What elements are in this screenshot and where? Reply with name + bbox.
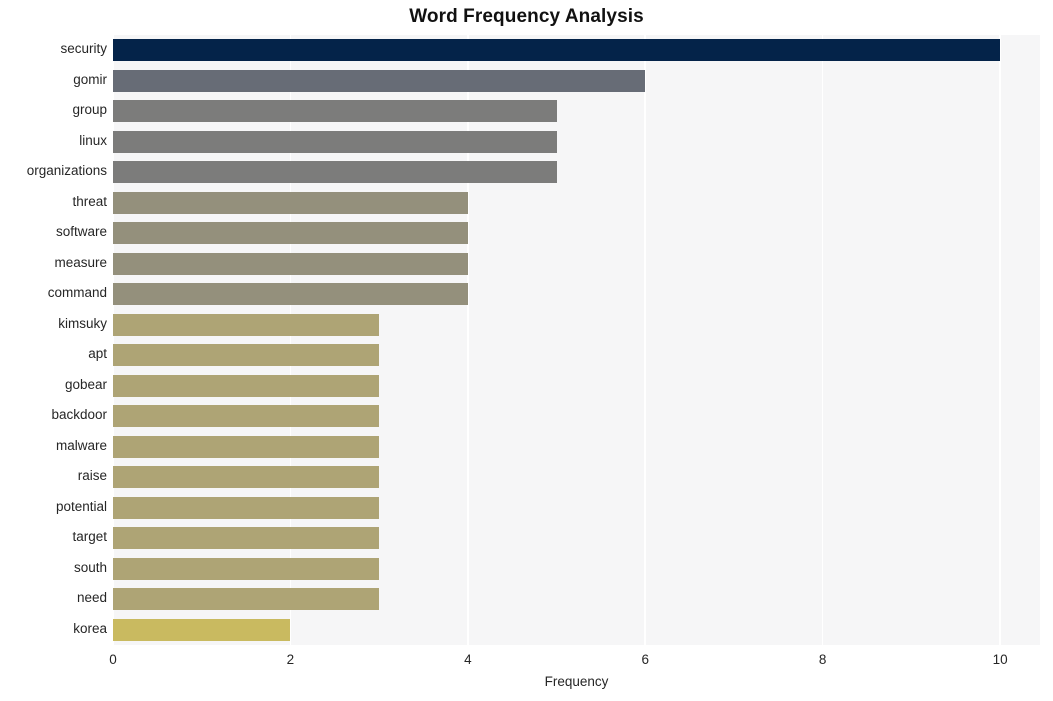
x-tick-label-8: 8 xyxy=(818,652,827,667)
bar-linux xyxy=(113,130,557,153)
bar-row xyxy=(113,618,1040,641)
y-tick-label-backdoor: backdoor xyxy=(51,407,107,423)
y-tick-label-gobear: gobear xyxy=(64,376,107,392)
bar-row xyxy=(113,588,1040,611)
bar-gomir xyxy=(113,69,646,92)
bar-malware xyxy=(113,435,380,458)
bar-row xyxy=(113,405,1040,428)
y-tick-label-security: security xyxy=(60,41,107,57)
x-tick-label-0: 0 xyxy=(109,652,117,667)
y-tick-label-software: software xyxy=(55,224,107,240)
y-tick-label-need: need xyxy=(76,590,107,606)
bar-raise xyxy=(113,466,380,489)
bar-korea xyxy=(113,618,291,641)
y-tick-label-group: group xyxy=(72,102,107,118)
y-tick-label-kimsuky: kimsuky xyxy=(58,315,107,331)
bar-potential xyxy=(113,496,380,519)
bar-south xyxy=(113,557,380,580)
chart-title: Word Frequency Analysis xyxy=(409,6,644,27)
x-tick-label-6: 6 xyxy=(641,652,649,667)
bar-row xyxy=(113,344,1040,367)
bar-gobear xyxy=(113,374,380,397)
y-tick-label-apt: apt xyxy=(88,346,107,362)
y-tick-label-south: south xyxy=(73,559,107,575)
x-tick-label-2: 2 xyxy=(286,652,295,667)
bar-row xyxy=(113,69,1040,92)
bar-backdoor xyxy=(113,405,380,428)
x-tick-label-10: 10 xyxy=(992,652,1008,667)
bar-row xyxy=(113,283,1040,306)
bar-organizations xyxy=(113,161,557,184)
bar-security xyxy=(113,39,1001,62)
y-tick-label-organizations: organizations xyxy=(26,163,107,179)
bar-row xyxy=(113,100,1040,123)
bar-row xyxy=(113,313,1040,336)
y-tick-label-malware: malware xyxy=(55,437,107,453)
bar-row xyxy=(113,374,1040,397)
bar-software xyxy=(113,222,468,245)
y-tick-label-command: command xyxy=(47,285,107,301)
y-tick-label-measure: measure xyxy=(54,254,107,270)
y-tick-label-threat: threat xyxy=(72,193,107,209)
bar-measure xyxy=(113,252,468,275)
bar-row xyxy=(113,252,1040,275)
bar-row xyxy=(113,222,1040,245)
bar-apt xyxy=(113,344,380,367)
bar-row xyxy=(113,39,1040,62)
bar-row xyxy=(113,557,1040,580)
y-tick-label-korea: korea xyxy=(73,620,107,636)
bar-row xyxy=(113,466,1040,489)
bar-target xyxy=(113,527,380,550)
bar-row xyxy=(113,130,1040,153)
x-axis-title: Frequency xyxy=(544,674,609,689)
bar-command xyxy=(113,283,468,306)
bar-row xyxy=(113,527,1040,550)
y-tick-label-raise: raise xyxy=(77,468,107,484)
bar-kimsuky xyxy=(113,313,380,336)
x-tick-label-4: 4 xyxy=(464,652,472,667)
plot-area xyxy=(112,35,1040,645)
y-tick-label-potential: potential xyxy=(55,498,107,514)
y-tick-label-target: target xyxy=(72,529,107,545)
x-axis-tick-labels: 0 2 4 6 8 10 xyxy=(109,645,1040,675)
y-tick-label-gomir: gomir xyxy=(73,71,107,87)
word-frequency-chart-figure: Word Frequency Analysis security gomir gro… xyxy=(0,0,1053,701)
bars-layer xyxy=(113,35,1040,645)
bar-row xyxy=(113,191,1040,214)
bar-row xyxy=(113,435,1040,458)
bar-need xyxy=(113,588,380,611)
bar-row xyxy=(113,496,1040,519)
y-axis-tick-labels: security gomir group linux organizations thre… xyxy=(0,35,107,645)
bar-threat xyxy=(113,191,468,214)
y-tick-label-linux: linux xyxy=(79,132,107,148)
bar-row xyxy=(113,161,1040,184)
bar-group xyxy=(113,100,557,123)
